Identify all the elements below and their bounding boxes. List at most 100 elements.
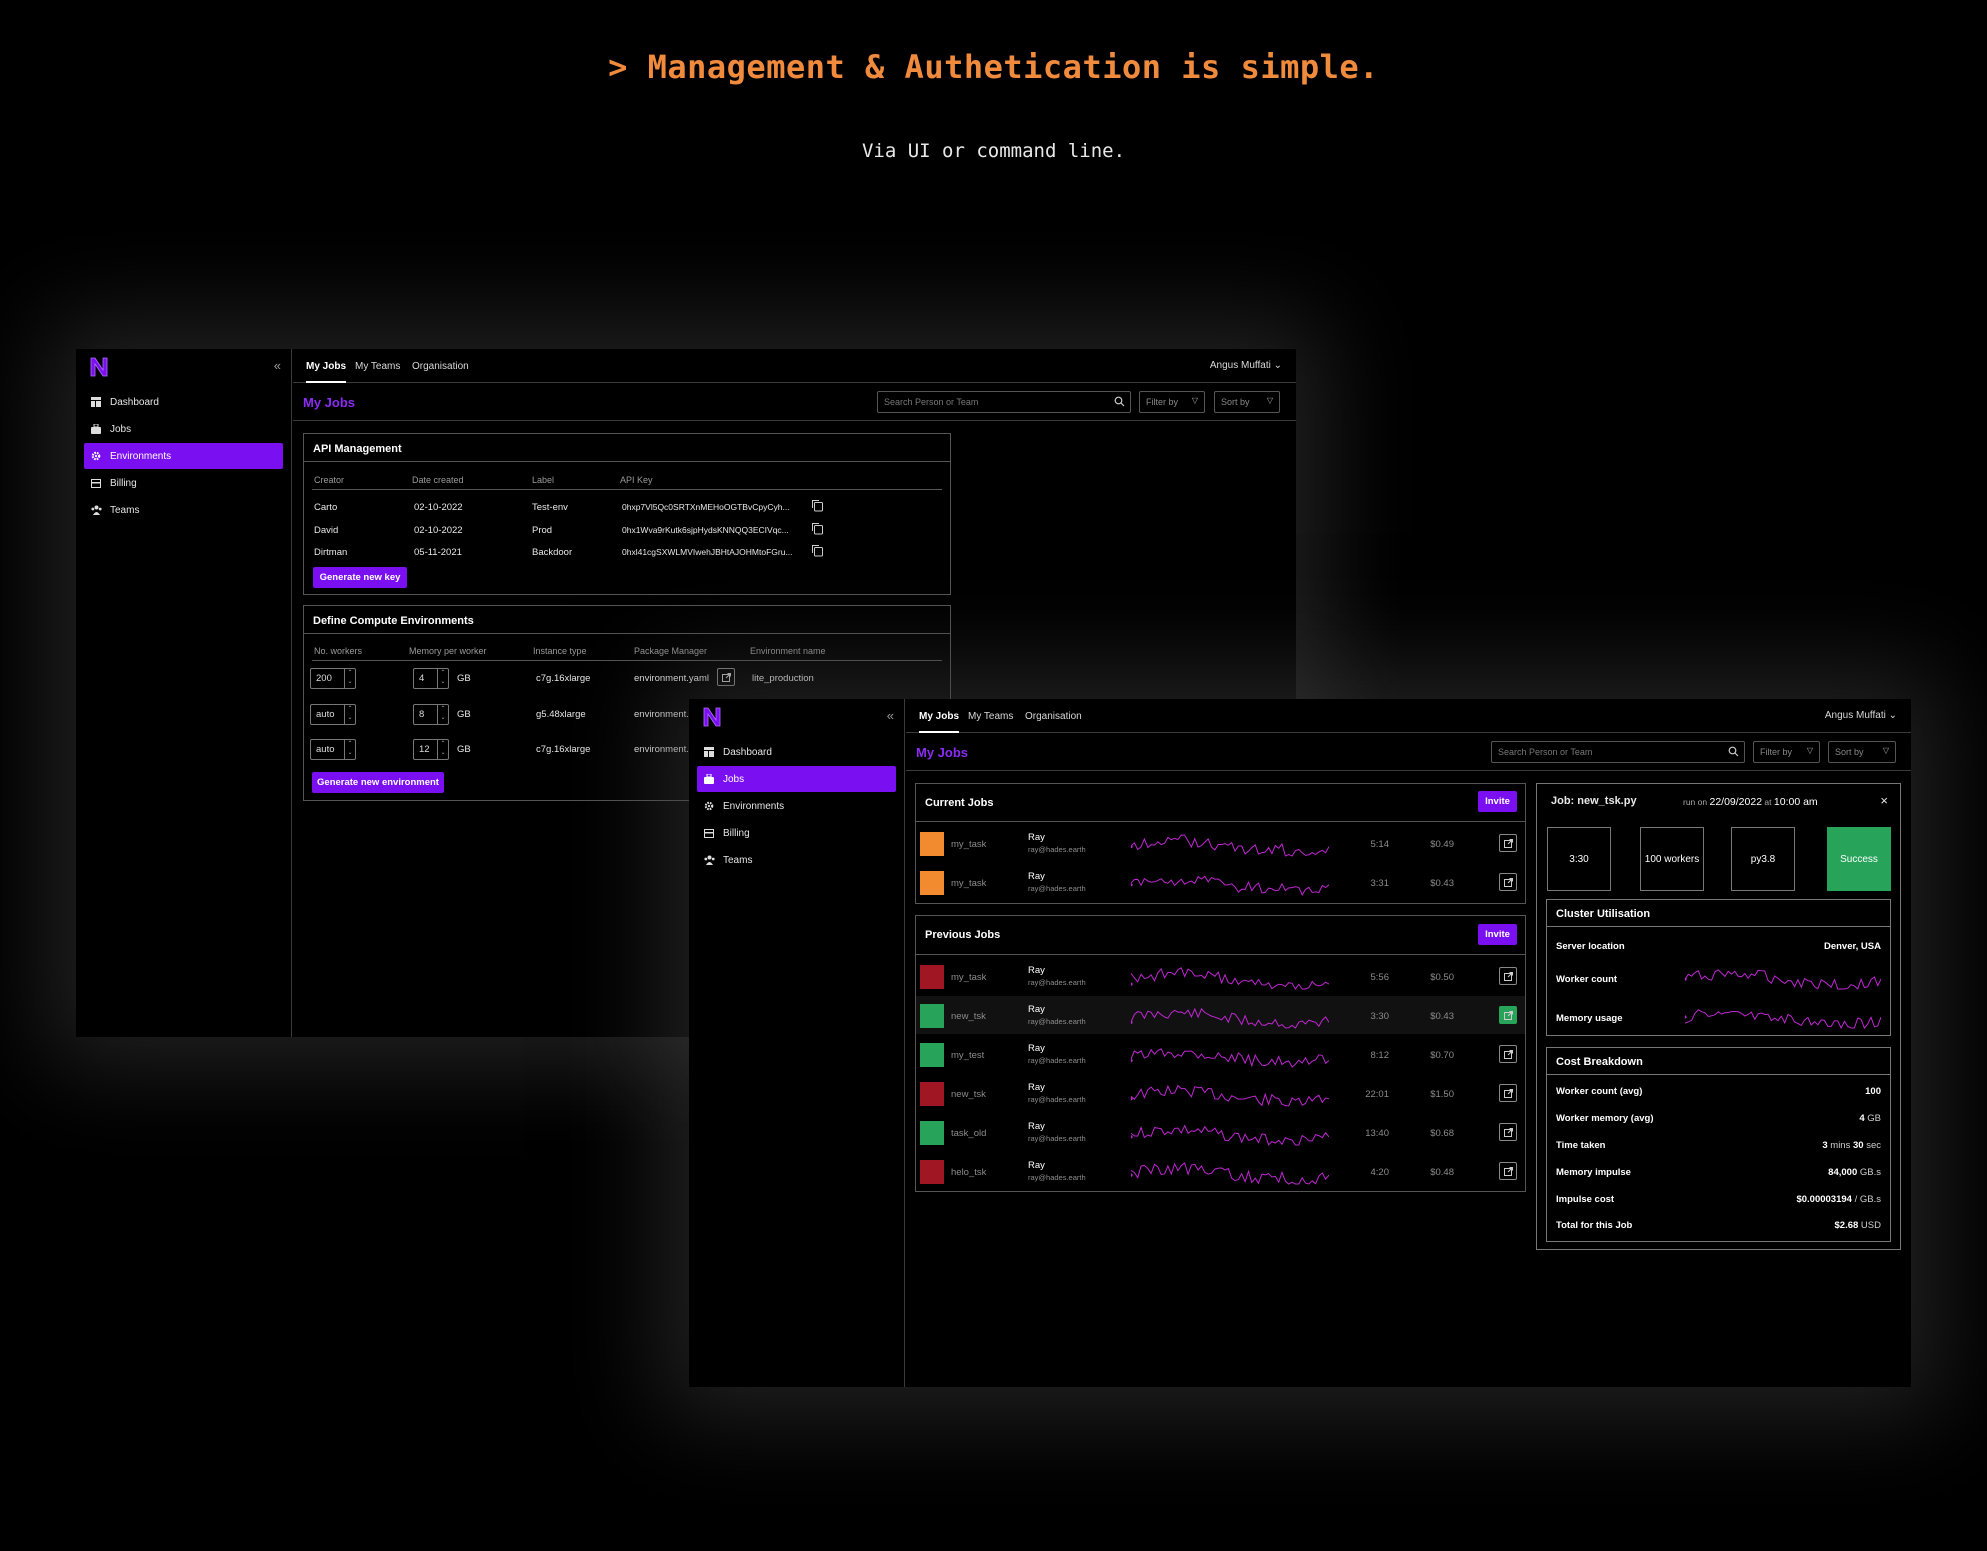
chevron-down-icon: ▽: [1266, 396, 1273, 405]
open-file-button[interactable]: [717, 668, 735, 686]
job-row[interactable]: new_tsk Ray ray@hades.earth 22:01 $1.50: [916, 1074, 1525, 1112]
sidebar-item-teams[interactable]: Teams: [697, 847, 896, 873]
sidebar-item-teams[interactable]: Teams: [84, 497, 283, 523]
memory-value: 12: [419, 744, 430, 755]
sidebar-item-billing[interactable]: Billing: [697, 820, 896, 846]
memory-stepper[interactable]: 12 ⌃ ⌄: [413, 739, 449, 760]
sparkline-path: [1131, 1007, 1329, 1029]
search-input[interactable]: Search Person or Team: [877, 391, 1131, 413]
filter-select[interactable]: Filter by ▽: [1753, 741, 1820, 763]
job-cost: $0.43: [1430, 878, 1454, 889]
sidebar-item-billing[interactable]: Billing: [84, 470, 283, 496]
tab-organisation[interactable]: Organisation: [1025, 711, 1082, 722]
chevron-down-icon: ⌄: [1273, 360, 1282, 371]
card-title: Previous Jobs: [925, 929, 1001, 941]
stepper-arrows-icon[interactable]: ⌃ ⌄: [437, 669, 448, 688]
server-location-value: Denver, USA: [1823, 941, 1881, 952]
memory-stepper[interactable]: 4 ⌃ ⌄: [413, 668, 449, 689]
sort-select[interactable]: Sort by ▽: [1214, 391, 1280, 413]
sidebar-item-jobs[interactable]: Jobs: [84, 416, 283, 442]
run-time: 10:00 am: [1773, 796, 1818, 808]
tab-organisation[interactable]: Organisation: [412, 361, 469, 372]
sidebar-item-dashboard[interactable]: Dashboard: [697, 739, 896, 765]
api-label: Backdoor: [532, 547, 573, 558]
job-email: ray@hades.earth: [1028, 1173, 1086, 1182]
card-title: API Management: [313, 443, 402, 455]
sparkline-path: [1131, 1124, 1329, 1146]
cost-label: Worker count (avg): [1556, 1086, 1643, 1097]
invite-button[interactable]: Invite: [1478, 791, 1517, 812]
workers-stepper[interactable]: auto ⌃ ⌄: [310, 704, 356, 725]
job-row[interactable]: my_task Ray ray@hades.earth 5:14 $0.49: [916, 824, 1525, 862]
chevron-down-icon: ▽: [1882, 746, 1889, 755]
cost-breakdown-card: Cost Breakdown Worker count (avg) 100 Wo…: [1546, 1047, 1891, 1242]
job-user: Ray: [1028, 1043, 1045, 1054]
open-job-button[interactable]: [1499, 1006, 1517, 1024]
sidebar: « Dashboard Jobs Environments Billing Te…: [76, 349, 292, 1037]
job-cost: $0.50: [1430, 972, 1454, 983]
user-menu[interactable]: Angus Muffati ⌄: [1825, 710, 1897, 721]
workers-stat: 100 workers: [1640, 827, 1704, 891]
column-header: Label: [532, 475, 555, 485]
job-time: 5:14: [1370, 839, 1390, 850]
open-job-button[interactable]: [1499, 834, 1517, 852]
stepper-arrows-icon[interactable]: ⌃ ⌄: [344, 740, 355, 759]
job-row[interactable]: my_task Ray ray@hades.earth 5:56 $0.50: [916, 957, 1525, 995]
job-row[interactable]: new_tsk Ray ray@hades.earth 3:30 $0.43: [916, 996, 1525, 1034]
copy-icon[interactable]: [811, 544, 824, 557]
memory-stepper[interactable]: 8 ⌃ ⌄: [413, 704, 449, 725]
collapse-sidebar-icon[interactable]: «: [274, 358, 281, 373]
hero-subtitle: Via UI or command line.: [861, 140, 1126, 162]
copy-icon[interactable]: [811, 499, 824, 512]
sidebar-item-environments[interactable]: Environments: [697, 793, 896, 819]
job-email: ray@hades.earth: [1028, 845, 1086, 854]
worker-count-sparkline: [1685, 969, 1881, 990]
copy-icon[interactable]: [811, 522, 824, 535]
open-job-button[interactable]: [1499, 873, 1517, 891]
generate-environment-button[interactable]: Generate new environment: [312, 772, 444, 793]
stepper-arrows-icon[interactable]: ⌃ ⌄: [437, 705, 448, 724]
sparkline-path: [1131, 967, 1329, 990]
job-row[interactable]: my_task Ray ray@hades.earth 3:31 $0.43: [916, 863, 1525, 901]
run-at: at: [1764, 797, 1772, 807]
job-row[interactable]: helo_tsk Ray ray@hades.earth 4:20 $0.48: [916, 1152, 1525, 1190]
job-user: Ray: [1028, 1160, 1045, 1171]
value: 100: [1865, 1086, 1881, 1097]
sidebar-item-dashboard[interactable]: Dashboard: [84, 389, 283, 415]
sidebar-item-jobs[interactable]: Jobs: [697, 766, 896, 792]
stepper-arrows-icon[interactable]: ⌃ ⌄: [437, 740, 448, 759]
stepper-arrows-icon[interactable]: ⌃ ⌄: [344, 705, 355, 724]
invite-button[interactable]: Invite: [1478, 924, 1517, 945]
cost-value: 100: [1865, 1086, 1881, 1097]
sidebar-item-environments[interactable]: Environments: [84, 443, 283, 469]
workers-stepper[interactable]: 200 ⌃ ⌄: [310, 668, 356, 689]
close-icon[interactable]: ×: [1880, 793, 1888, 808]
job-row[interactable]: my_test Ray ray@hades.earth 8:12 $0.70: [916, 1035, 1525, 1073]
sort-select[interactable]: Sort by ▽: [1828, 741, 1896, 763]
generate-key-button[interactable]: Generate new key: [313, 567, 407, 588]
open-job-button[interactable]: [1499, 1084, 1517, 1102]
instance-type: c7g.16xlarge: [536, 744, 591, 755]
open-job-button[interactable]: [1499, 1045, 1517, 1063]
open-job-button[interactable]: [1499, 1162, 1517, 1180]
stepper-arrows-icon[interactable]: ⌃ ⌄: [344, 669, 355, 688]
filter-select[interactable]: Filter by ▽: [1139, 391, 1205, 413]
job-row[interactable]: task_old Ray ray@hades.earth 13:40 $0.68: [916, 1113, 1525, 1151]
workers-value: auto: [316, 744, 335, 755]
sidebar-item-label: Billing: [723, 827, 750, 839]
api-creator: Carto: [314, 502, 338, 513]
collapse-sidebar-icon[interactable]: «: [887, 708, 894, 723]
open-job-button[interactable]: [1499, 967, 1517, 985]
api-label: Test-env: [532, 502, 568, 513]
memory-value: 8: [419, 709, 425, 720]
workers-stepper[interactable]: auto ⌃ ⌄: [310, 739, 356, 760]
tab-my-jobs[interactable]: My Jobs: [919, 711, 960, 733]
open-job-button[interactable]: [1499, 1123, 1517, 1141]
tab-my-jobs[interactable]: My Jobs: [306, 361, 347, 383]
search-icon: [1728, 746, 1739, 757]
user-menu[interactable]: Angus Muffati ⌄: [1210, 360, 1282, 371]
tab-my-teams[interactable]: My Teams: [355, 361, 400, 372]
tab-my-teams[interactable]: My Teams: [968, 711, 1013, 722]
job-cost: $0.48: [1430, 1167, 1454, 1178]
search-input[interactable]: Search Person or Team: [1491, 741, 1745, 763]
